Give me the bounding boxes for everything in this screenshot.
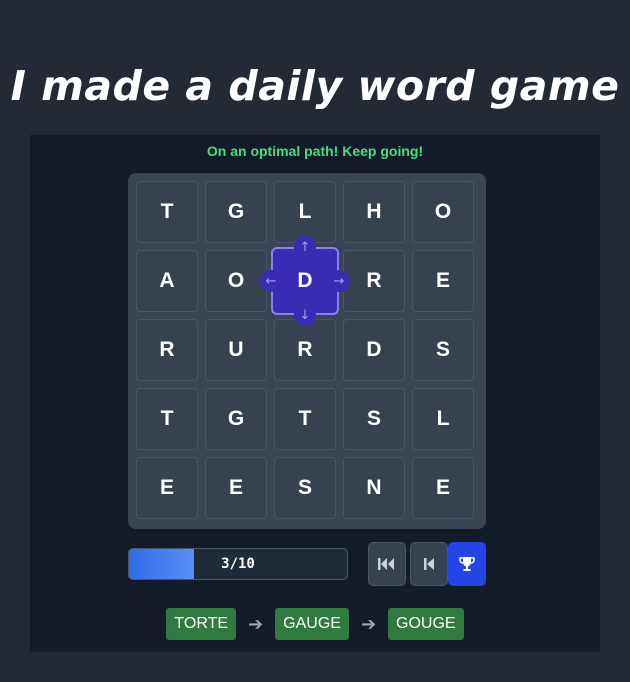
letter-tile[interactable]: G: [205, 181, 267, 243]
arrow-right-icon: ➔: [248, 613, 264, 635]
trophy-icon: [459, 557, 475, 571]
letter-tile[interactable]: N: [343, 457, 405, 519]
letter-tile[interactable]: R: [343, 250, 405, 312]
trophy-button[interactable]: [448, 542, 486, 586]
letter-tile[interactable]: O: [205, 250, 267, 312]
letter-tile[interactable]: S: [412, 319, 474, 381]
game-panel: On an optimal path! Keep going! T G L H O A O ↑…: [30, 135, 600, 652]
word-chip: TORTE: [166, 608, 237, 640]
arrow-up-icon[interactable]: ↑: [294, 236, 316, 258]
word-chain: TORTE ➔ GAUGE ➔ GOUGE: [30, 607, 600, 641]
letter-tile[interactable]: D: [343, 319, 405, 381]
word-chip: GOUGE: [388, 608, 464, 640]
rewind-button[interactable]: [368, 542, 406, 586]
letter-tile[interactable]: T: [274, 388, 336, 450]
letter-tile[interactable]: R: [136, 319, 198, 381]
letter-tile[interactable]: H: [343, 181, 405, 243]
arrow-right-icon: ➔: [360, 613, 377, 635]
progress-label: 3/10: [221, 556, 255, 572]
status-message: On an optimal path! Keep going!: [206, 143, 424, 159]
rewind-to-start-icon: [378, 558, 394, 570]
letter-tile[interactable]: S: [274, 457, 336, 519]
letter-tile[interactable]: T: [136, 181, 198, 243]
page-headline: I made a daily word game: [10, 62, 620, 110]
letter-tile[interactable]: L: [412, 388, 474, 450]
arrow-right-icon[interactable]: →: [328, 270, 350, 292]
letter-tile[interactable]: E: [412, 250, 474, 312]
word-chip: GAUGE: [275, 608, 349, 640]
step-back-button[interactable]: [410, 542, 448, 586]
letter-tile[interactable]: E: [136, 457, 198, 519]
arrow-left-icon[interactable]: ←: [260, 270, 282, 292]
letter-tile[interactable]: T: [136, 388, 198, 450]
letter-tile[interactable]: R: [274, 319, 336, 381]
letter-tile[interactable]: S: [343, 388, 405, 450]
letter-tile[interactable]: U: [205, 319, 267, 381]
letter-tile[interactable]: E: [412, 457, 474, 519]
letter-tile[interactable]: O: [412, 181, 474, 243]
letter-tile[interactable]: G: [205, 388, 267, 450]
progress-bar: 3/10: [128, 548, 348, 580]
letter-tile[interactable]: A: [136, 250, 198, 312]
letter-grid: T G L H O A O ↑ ↓ ← → D R E R U R D S T G T S L E E S N E: [128, 173, 486, 529]
step-back-icon: [424, 558, 434, 570]
letter-tile[interactable]: L: [274, 181, 336, 243]
arrow-down-icon[interactable]: ↓: [294, 304, 316, 326]
letter-tile[interactable]: E: [205, 457, 267, 519]
